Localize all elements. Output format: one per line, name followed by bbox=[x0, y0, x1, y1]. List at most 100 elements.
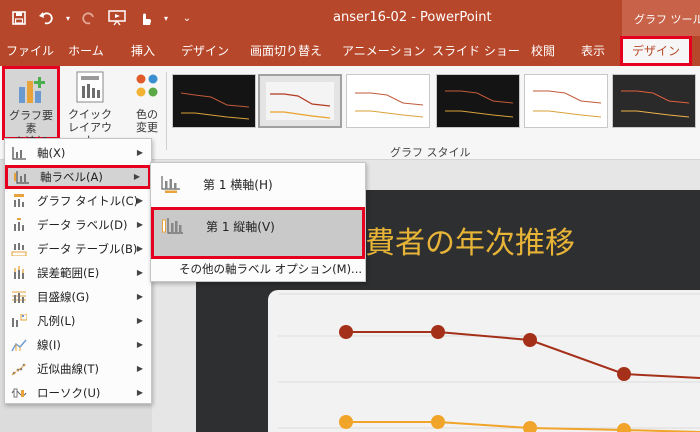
data-labels-icon bbox=[14, 218, 24, 231]
chart-title-icon bbox=[14, 194, 24, 207]
change-colors-label-1: 色の bbox=[136, 108, 158, 121]
customize-qat-icon[interactable]: ⌄ bbox=[176, 7, 198, 29]
submenu-arrow-icon: ▶ bbox=[136, 148, 143, 157]
menu-item-data-labels[interactable]: データ ラベル(D) ▶ bbox=[5, 213, 151, 237]
submenu-arrow-icon: ▶ bbox=[136, 268, 143, 277]
menu-item-trendline-label: 近似曲線(T) bbox=[37, 362, 99, 376]
title-bar: ▾ ▾ ⌄ anser16-02 - PowerPoint グラフ ツール bbox=[0, 0, 700, 36]
menu-item-data-table[interactable]: データ テーブル(B) ▶ bbox=[5, 237, 151, 261]
tab-view[interactable]: 表示 bbox=[576, 36, 610, 66]
gridlines-icon bbox=[12, 291, 26, 303]
menu-item-gridlines[interactable]: 目盛線(G) ▶ bbox=[5, 285, 151, 309]
menu-item-legend[interactable]: 凡例(L) ▶ bbox=[5, 309, 151, 333]
axis-titles-submenu: 第 1 横軸(H) 第 1 縦軸(V) その他の軸ラベル オプション(M)... bbox=[150, 162, 366, 282]
save-icon[interactable] bbox=[8, 7, 30, 29]
chart-styles-group-label: グラフ スタイル bbox=[390, 146, 471, 159]
change-colors-label-2: 変更 bbox=[136, 121, 158, 134]
series2-point bbox=[339, 415, 353, 429]
window-title: anser16-02 - PowerPoint bbox=[333, 10, 492, 25]
submenu-arrow-icon: ▶ bbox=[136, 292, 143, 301]
menu-item-trendline[interactable]: 近似曲線(T) ▶ bbox=[5, 357, 151, 381]
quick-layout-icon bbox=[76, 71, 104, 103]
menu-item-lines[interactable]: 線(I) ▶ bbox=[5, 333, 151, 357]
tab-review[interactable]: 校閲 bbox=[526, 36, 560, 66]
tab-insert[interactable]: 挿入 bbox=[126, 36, 160, 66]
menu-item-chart-title[interactable]: グラフ タイトル(C) ▶ bbox=[5, 189, 151, 213]
submenu-arrow-icon: ▶ bbox=[136, 316, 143, 325]
tab-home[interactable]: ホーム bbox=[66, 36, 106, 66]
primary-horizontal-axis-title-icon bbox=[161, 176, 180, 193]
series1-point bbox=[431, 325, 445, 339]
series1-point bbox=[617, 367, 631, 381]
tab-file[interactable]: ファイル bbox=[6, 36, 54, 66]
slide-title[interactable]: 費者の年次推移 bbox=[365, 218, 575, 262]
submenu-arrow-icon: ▶ bbox=[136, 244, 143, 253]
quick-layout-label-1: クイック bbox=[68, 108, 112, 121]
chart-plot bbox=[278, 293, 700, 432]
tab-chart-design[interactable]: デザイン bbox=[620, 36, 692, 66]
menu-item-axes-label: 軸(X) bbox=[37, 146, 66, 160]
tab-slide-show[interactable]: スライド ショー bbox=[432, 36, 520, 66]
submenu-item-primary-vertical[interactable]: 第 1 縦軸(V) bbox=[151, 207, 365, 259]
trendline-icon bbox=[11, 363, 27, 376]
tab-transitions[interactable]: 画面切り替え bbox=[248, 36, 324, 66]
data-table-icon bbox=[11, 243, 27, 256]
legend-icon bbox=[12, 314, 27, 327]
chart-style-5[interactable] bbox=[524, 74, 608, 128]
redo-icon[interactable] bbox=[78, 7, 100, 29]
submenu-arrow-icon: ▶ bbox=[136, 388, 143, 397]
chart-style-6[interactable] bbox=[612, 74, 696, 128]
submenu-arrow-icon: ▶ bbox=[136, 364, 143, 373]
submenu-item-primary-vertical-label: 第 1 縦軸(V) bbox=[206, 220, 275, 234]
add-chart-element-icon bbox=[19, 77, 45, 103]
touch-dropdown-icon[interactable]: ▾ bbox=[162, 7, 170, 29]
menu-item-axis-titles[interactable]: 軸ラベル(A) ▶ bbox=[5, 165, 151, 189]
ribbon-tab-bar: ファイル ホーム 挿入 デザイン 画面切り替え アニメーション スライド ショー… bbox=[0, 36, 700, 66]
lines-icon bbox=[11, 339, 27, 352]
menu-item-axes[interactable]: 軸(X) ▶ bbox=[5, 141, 151, 165]
menu-item-chart-title-label: グラフ タイトル(C) bbox=[37, 194, 139, 208]
add-chart-element-button[interactable]: グラフ要素 を追加 bbox=[2, 66, 60, 148]
undo-icon[interactable] bbox=[36, 7, 58, 29]
chart-tools-context-header: グラフ ツール bbox=[622, 0, 700, 36]
menu-item-error-bars-label: 誤差範囲(E) bbox=[37, 266, 100, 280]
submenu-item-primary-horizontal-label: 第 1 横軸(H) bbox=[203, 178, 273, 192]
menu-item-error-bars[interactable]: 誤差範囲(E) ▶ bbox=[5, 261, 151, 285]
chart-style-2[interactable] bbox=[258, 74, 342, 128]
series2-point bbox=[617, 423, 631, 432]
quick-layout-button[interactable]: クイック レイアウト bbox=[64, 68, 116, 147]
quick-access-toolbar: ▾ ▾ ⌄ bbox=[8, 7, 198, 29]
add-chart-element-label-1: グラフ要素 bbox=[9, 109, 53, 135]
menu-item-data-labels-label: データ ラベル(D) bbox=[37, 218, 128, 232]
up-down-bars-icon bbox=[11, 388, 27, 398]
submenu-arrow-icon: ▶ bbox=[136, 340, 143, 349]
submenu-item-primary-horizontal[interactable]: 第 1 横軸(H) bbox=[151, 165, 365, 203]
chart-area[interactable] bbox=[268, 290, 700, 432]
menu-item-lines-label: 線(I) bbox=[37, 338, 61, 352]
menu-item-up-down-bars-label: ローソク(U) bbox=[37, 386, 101, 400]
menu-item-gridlines-label: 目盛線(G) bbox=[37, 290, 90, 304]
change-colors-button[interactable]: 色の 変更 bbox=[124, 68, 170, 138]
primary-vertical-axis-title-icon bbox=[162, 218, 183, 234]
chart-style-4[interactable] bbox=[436, 74, 520, 128]
menu-item-legend-label: 凡例(L) bbox=[37, 314, 76, 328]
tab-animations[interactable]: アニメーション bbox=[342, 36, 426, 66]
menu-item-up-down-bars[interactable]: ローソク(U) ▶ bbox=[5, 381, 151, 405]
submenu-arrow-icon: ▶ bbox=[136, 220, 143, 229]
tab-design[interactable]: デザイン bbox=[178, 36, 232, 66]
series1-point bbox=[339, 325, 353, 339]
chart-style-1[interactable] bbox=[172, 74, 256, 128]
menu-item-data-table-label: データ テーブル(B) bbox=[37, 242, 138, 256]
chart-style-3[interactable] bbox=[346, 74, 430, 128]
submenu-item-more-axis-title-options[interactable]: その他の軸ラベル オプション(M)... bbox=[179, 261, 362, 277]
series2-point bbox=[431, 415, 445, 429]
submenu-arrow-icon: ▶ bbox=[136, 196, 143, 205]
touch-mode-icon[interactable] bbox=[134, 7, 156, 29]
menu-item-axis-titles-label: 軸ラベル(A) bbox=[40, 170, 103, 184]
present-from-start-icon[interactable] bbox=[106, 7, 128, 29]
submenu-arrow-icon: ▶ bbox=[133, 172, 140, 181]
change-colors-icon bbox=[136, 74, 158, 97]
axis-titles-icon bbox=[14, 171, 29, 184]
error-bars-icon bbox=[14, 266, 24, 279]
undo-dropdown-icon[interactable]: ▾ bbox=[64, 7, 72, 29]
